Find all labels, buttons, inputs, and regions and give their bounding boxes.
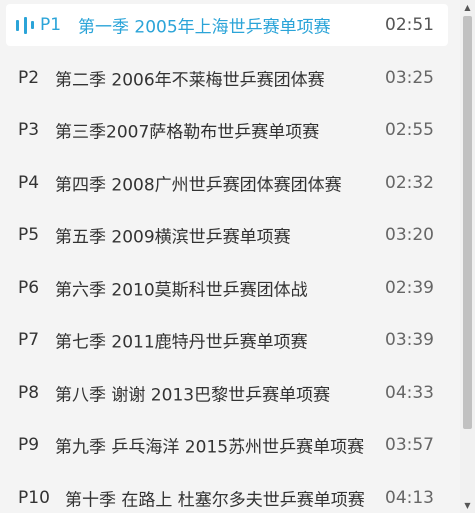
episode-duration: 04:33 <box>385 383 434 403</box>
episode-title: 第五季 2009横滨世乒赛单项赛 <box>55 227 291 248</box>
episode-playlist: P1 第一季 2005年上海世乒赛单项赛 02:51 P2 第二季 2006年不… <box>0 0 475 513</box>
episode-duration: 03:20 <box>385 225 434 245</box>
scroll-down-icon[interactable]: ▼ <box>460 498 475 513</box>
episode-item-p3[interactable]: P3 第三季2007萨格勒布世乒赛单项赛 02:55 <box>6 109 448 151</box>
episode-number: P9 <box>18 435 40 455</box>
episode-item-p9[interactable]: P9 第九季 乒乓海洋 2015苏州世乒赛单项赛 03:57 <box>6 424 448 466</box>
episode-item-p8[interactable]: P8 第八季 谢谢 2013巴黎世乒赛单项赛 04:33 <box>6 372 448 414</box>
episode-number: P2 <box>18 68 40 88</box>
episode-duration: 02:39 <box>385 278 434 298</box>
episode-list: P1 第一季 2005年上海世乒赛单项赛 02:51 P2 第二季 2006年不… <box>0 0 460 513</box>
episode-title: 第九季 乒乓海洋 2015苏州世乒赛单项赛 <box>55 437 365 458</box>
episode-title: 第八季 谢谢 2013巴黎世乒赛单项赛 <box>55 385 331 406</box>
scrollbar-thumb[interactable] <box>463 16 472 429</box>
episode-item-p5[interactable]: P5 第五季 2009横滨世乒赛单项赛 03:20 <box>6 214 448 256</box>
episode-title: 第二季 2006年不莱梅世乒赛团体赛 <box>55 70 325 91</box>
episode-item-p7[interactable]: P7 第七季 2011鹿特丹世乒赛单项赛 03:39 <box>6 319 448 361</box>
episode-title: 第六季 2010莫斯科世乒赛团体战 <box>55 280 308 301</box>
episode-title: 第七季 2011鹿特丹世乒赛单项赛 <box>55 332 308 353</box>
episode-duration: 03:57 <box>385 435 434 455</box>
episode-item-p4[interactable]: P4 第四季 2008广州世乒赛团体赛团体赛 02:32 <box>6 162 448 204</box>
episode-number: P7 <box>18 330 40 350</box>
vertical-scrollbar[interactable]: ▲ ▼ <box>460 0 475 513</box>
episode-number: P10 <box>18 488 50 508</box>
episode-number: P1 <box>40 15 62 35</box>
episode-title: 第四季 2008广州世乒赛团体赛团体赛 <box>55 175 342 196</box>
episode-title: 第一季 2005年上海世乒赛单项赛 <box>78 17 331 38</box>
episode-number: P5 <box>18 225 40 245</box>
episode-duration: 02:51 <box>385 15 434 35</box>
episode-duration: 02:55 <box>385 120 434 140</box>
episode-number: P8 <box>18 383 40 403</box>
episode-duration: 03:39 <box>385 330 434 350</box>
episode-duration: 03:25 <box>385 68 434 88</box>
episode-item-p10[interactable]: P10 第十季 在路上 杜塞尔多夫世乒赛单项赛 04:13 <box>6 477 448 513</box>
episode-duration: 04:13 <box>385 488 434 508</box>
episode-item-p2[interactable]: P2 第二季 2006年不莱梅世乒赛团体赛 03:25 <box>6 57 448 99</box>
episode-title: 第三季2007萨格勒布世乒赛单项赛 <box>55 122 320 143</box>
scroll-up-icon[interactable]: ▲ <box>460 0 475 15</box>
episode-number: P6 <box>18 278 40 298</box>
episode-number: P4 <box>18 173 40 193</box>
playing-bars-icon <box>16 16 34 34</box>
episode-title: 第十季 在路上 杜塞尔多夫世乒赛单项赛 <box>65 490 365 511</box>
episode-item-p6[interactable]: P6 第六季 2010莫斯科世乒赛团体战 02:39 <box>6 267 448 309</box>
episode-number: P3 <box>18 120 40 140</box>
episode-item-p1[interactable]: P1 第一季 2005年上海世乒赛单项赛 02:51 <box>6 4 448 46</box>
episode-duration: 02:32 <box>385 173 434 193</box>
